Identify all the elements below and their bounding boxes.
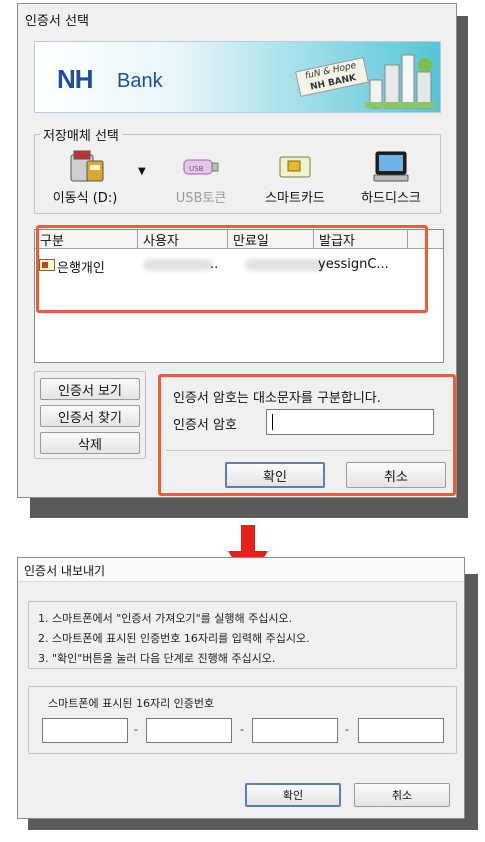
code-input-2[interactable] [146, 718, 232, 743]
fun-hope-card: fuN & Hope NH BANK [295, 57, 369, 97]
storage-hard-disk[interactable]: 하드디스크 [351, 149, 431, 209]
text-cursor [272, 414, 273, 430]
storage-smart-card[interactable]: 스마트카드 [255, 149, 335, 209]
cancel-button[interactable]: 취소 [346, 462, 446, 488]
dialog-title: 인증서 내보내기 [24, 564, 106, 578]
storage-label-smartcard: 스마트카드 [265, 191, 325, 206]
code-separator-2: - [240, 723, 244, 736]
divider [166, 450, 451, 451]
certificate-export-dialog: 인증서 내보내기 1. 스마트폰에서 "인증서 가져오기"를 실행해 주십시오.… [17, 557, 465, 819]
code-input-1[interactable] [42, 718, 128, 743]
ok-button[interactable]: 확인 [225, 462, 325, 488]
step-3: 3. "확인"버튼을 눌러 다음 단계로 진행해 주십시오. [38, 652, 276, 665]
city-illustration-icon [365, 50, 435, 110]
step-1: 1. 스마트폰에서 "인증서 가져오기"를 실행해 주십시오. [38, 612, 293, 625]
dropdown-arrow-icon[interactable]: ▼ [138, 166, 146, 177]
storage-legend: 저장매체 선택 [40, 125, 122, 144]
code-legend: 스마트폰에 표시된 16자리 인증번호 [48, 697, 215, 710]
removable-disk-icon [69, 149, 105, 183]
code-input-3[interactable] [252, 718, 338, 743]
password-label: 인증서 암호 [173, 418, 237, 433]
hard-disk-icon [373, 151, 409, 183]
find-certificate-button[interactable]: 인증서 찾기 [40, 405, 140, 427]
export-ok-button[interactable]: 확인 [245, 783, 341, 807]
code-separator-3: - [345, 723, 349, 736]
view-certificate-button[interactable]: 인증서 보기 [40, 378, 140, 400]
storage-usb-token[interactable]: USB USB토큰 [161, 149, 241, 209]
storage-removable[interactable]: 이동식 (D:) [40, 149, 130, 209]
svg-text:USB: USB [189, 165, 204, 173]
step-2: 2. 스마트폰에 표시된 인증번호 16자리를 입력해 주십시오. [38, 632, 310, 645]
storage-label-removable: 이동식 (D:) [52, 191, 118, 206]
highlight-cert-list [36, 225, 428, 313]
certificate-select-dialog: 인증서 선택 NH Bank fuN & Hope NH BANK 저장매체 선… [17, 3, 457, 498]
code-separator-1: - [134, 723, 138, 736]
export-cancel-button[interactable]: 취소 [354, 783, 450, 807]
storage-label-harddisk: 하드디스크 [361, 191, 421, 206]
usb-token-icon: USB [183, 157, 219, 177]
code-input-4[interactable] [358, 718, 444, 743]
smart-card-icon [279, 155, 311, 179]
password-input[interactable] [266, 409, 434, 435]
nh-logo: NH [57, 64, 94, 94]
delete-certificate-button[interactable]: 삭제 [40, 432, 140, 454]
bank-logo-text: Bank [117, 70, 163, 92]
password-notice: 인증서 암호는 대소문자를 구분합니다. [173, 391, 381, 406]
nh-bank-banner: NH Bank fuN & Hope NH BANK [34, 41, 441, 113]
storage-label-usb: USB토큰 [175, 191, 227, 206]
dialog-title: 인증서 선택 [25, 14, 89, 29]
